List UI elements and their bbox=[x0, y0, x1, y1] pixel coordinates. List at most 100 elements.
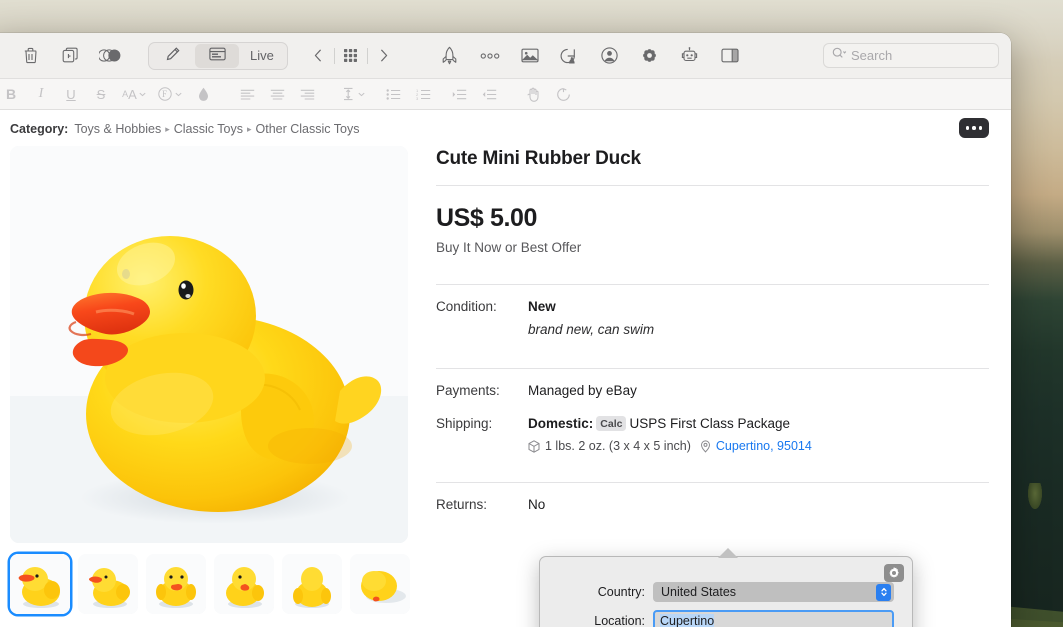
shipping-dimensions: 1 lbs. 2 oz. (3 x 4 x 5 inch) bbox=[545, 439, 691, 453]
row-returns: Returns: No bbox=[436, 483, 989, 512]
italic-button[interactable]: I bbox=[26, 82, 56, 106]
hand-tool-button[interactable] bbox=[518, 82, 548, 106]
app-window: Live Search B I U S A A F 1 2 3 Category… bbox=[0, 33, 1011, 627]
thumbnail-2[interactable] bbox=[78, 554, 138, 614]
country-select[interactable]: United States bbox=[653, 582, 894, 602]
package-box-icon bbox=[528, 439, 540, 453]
country-value: United States bbox=[661, 585, 737, 599]
listing-body: Cute Mini Rubber Duck US$ 5.00 Buy It No… bbox=[0, 146, 1011, 543]
search-icon bbox=[832, 47, 847, 65]
listing-content: Category: Toys & Hobbies ▸ Classic Toys … bbox=[0, 110, 1011, 627]
shipping-dimensions-row: 1 lbs. 2 oz. (3 x 4 x 5 inch) Cupertino,… bbox=[528, 439, 812, 453]
thumbnail-5[interactable] bbox=[282, 554, 342, 614]
location-label: Location: bbox=[594, 613, 645, 627]
text-color-button[interactable] bbox=[188, 82, 218, 106]
contrast-icon[interactable] bbox=[90, 42, 130, 70]
location-input[interactable]: Cupertino bbox=[653, 610, 894, 627]
dot-1 bbox=[965, 126, 970, 130]
shipping-location-link[interactable]: Cupertino, 95014 bbox=[716, 439, 812, 453]
country-label: Country: bbox=[597, 585, 645, 599]
thumbnail-3[interactable] bbox=[146, 554, 206, 614]
calc-badge[interactable]: Calc bbox=[596, 416, 627, 431]
category-item-1[interactable]: Classic Toys bbox=[174, 122, 243, 136]
indent-button[interactable] bbox=[444, 82, 474, 106]
search-field[interactable]: Search bbox=[823, 43, 999, 68]
condition-value[interactable]: New brand new, can swim bbox=[528, 299, 654, 337]
category-item-0[interactable]: Toys & Hobbies bbox=[74, 122, 161, 136]
shipping-location-popover: Country: United States Location: Cuperti… bbox=[539, 548, 913, 627]
gear-icon[interactable] bbox=[884, 564, 904, 582]
photo-icon[interactable] bbox=[510, 42, 550, 70]
returns-value[interactable]: No bbox=[528, 497, 545, 512]
rubber-duck-illustration bbox=[10, 146, 408, 543]
category-label: Category: bbox=[10, 122, 69, 136]
revert-button[interactable] bbox=[548, 82, 578, 106]
font-size-button[interactable]: AA bbox=[116, 82, 152, 106]
page-title: Cute Mini Rubber Duck bbox=[436, 148, 641, 169]
location-pin-icon bbox=[700, 439, 711, 453]
search-placeholder: Search bbox=[851, 48, 893, 63]
price-value: US$ 5.00 bbox=[436, 204, 538, 232]
popover-fields: Country: United States Location: Cuperti… bbox=[540, 557, 912, 627]
condition-value-text: New bbox=[528, 299, 556, 314]
returns-label: Returns: bbox=[436, 497, 488, 512]
numbered-list-button[interactable]: 1 2 3 bbox=[408, 82, 438, 106]
duplicate-icon[interactable] bbox=[50, 42, 90, 70]
ellipsis-icon[interactable] bbox=[470, 42, 510, 70]
thumbnail-4[interactable] bbox=[214, 554, 274, 614]
view-mode-segmented-control[interactable]: Live bbox=[148, 41, 288, 70]
shipping-service: USPS First Class Package bbox=[629, 416, 791, 431]
account-icon[interactable] bbox=[590, 42, 630, 70]
line-spacing-button[interactable] bbox=[336, 82, 372, 106]
schedule-alert-icon[interactable] bbox=[550, 42, 590, 70]
dot-3 bbox=[978, 126, 983, 130]
shipping-label: Shipping: bbox=[436, 416, 493, 431]
bullet-list-button[interactable] bbox=[378, 82, 408, 106]
payments-label: Payments: bbox=[436, 383, 500, 398]
font-family-button[interactable]: F bbox=[152, 82, 188, 106]
segment-card-view[interactable] bbox=[195, 43, 239, 68]
bold-button[interactable]: B bbox=[0, 82, 26, 106]
divider-title bbox=[436, 185, 989, 186]
location-value: Cupertino bbox=[660, 613, 715, 627]
more-options-button[interactable] bbox=[959, 118, 989, 138]
grid-view-icon[interactable] bbox=[335, 43, 367, 69]
chevron-right-icon[interactable] bbox=[368, 43, 400, 69]
condition-note: brand new, can swim bbox=[528, 322, 655, 337]
category-item-2[interactable]: Other Classic Toys bbox=[256, 122, 360, 136]
thumbnail-1[interactable] bbox=[10, 554, 70, 614]
condition-label: Condition: bbox=[436, 299, 497, 314]
shipping-value[interactable]: Domestic: Calc USPS First Class Package 1 … bbox=[528, 416, 812, 453]
product-image-main[interactable] bbox=[10, 146, 408, 543]
thumbnail-6[interactable] bbox=[350, 554, 410, 614]
card-view-icon bbox=[208, 47, 226, 64]
price-subtitle: Buy It Now or Best Offer bbox=[436, 240, 582, 255]
sidebar-toggle-icon[interactable] bbox=[710, 42, 750, 70]
chevron-left-icon[interactable] bbox=[302, 43, 334, 69]
settings-flower-icon[interactable] bbox=[630, 42, 670, 70]
payments-value[interactable]: Managed by eBay bbox=[528, 383, 637, 398]
wallpaper-tree bbox=[1028, 483, 1042, 509]
robot-icon[interactable] bbox=[670, 42, 710, 70]
format-toolbar: B I U S AA F 1 2 3 bbox=[0, 78, 1011, 110]
svg-text:3: 3 bbox=[416, 96, 419, 100]
segment-live[interactable]: Live bbox=[239, 44, 285, 68]
nav-group bbox=[302, 43, 400, 69]
align-right-button[interactable] bbox=[292, 82, 322, 106]
align-center-button[interactable] bbox=[262, 82, 292, 106]
strikethrough-button[interactable]: S bbox=[86, 82, 116, 106]
rocket-icon[interactable] bbox=[430, 42, 470, 70]
dot-2 bbox=[972, 126, 976, 130]
listing-detail-panel: Cute Mini Rubber Duck US$ 5.00 Buy It No… bbox=[436, 146, 989, 543]
segment-pencil[interactable] bbox=[151, 44, 195, 68]
underline-button[interactable]: U bbox=[56, 82, 86, 106]
trash-icon[interactable] bbox=[10, 42, 50, 70]
outdent-button[interactable] bbox=[474, 82, 504, 106]
main-toolbar: Live Search bbox=[0, 33, 1011, 78]
breadcrumb-separator-icon: ▸ bbox=[165, 123, 170, 134]
align-left-button[interactable] bbox=[232, 82, 262, 106]
row-shipping: Shipping: Domestic: Calc USPS First Class … bbox=[436, 398, 989, 453]
row-condition: Condition: New brand new, can swim bbox=[436, 285, 989, 337]
breadcrumb-separator-icon: ▸ bbox=[246, 123, 252, 134]
country-row: Country: United States bbox=[540, 582, 912, 602]
